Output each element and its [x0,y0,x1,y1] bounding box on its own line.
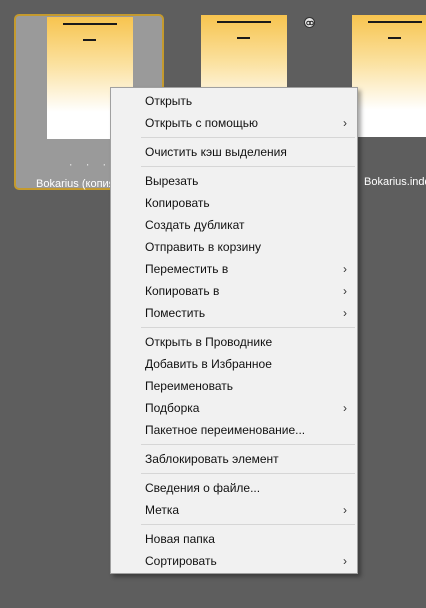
menu-item[interactable]: Сведения о файле... [111,477,357,499]
context-menu: Открыть Открыть с помощью › Очистить кэш вы… [110,87,358,574]
menu-item-label: Копировать в [145,284,220,298]
menu-separator [141,524,355,525]
menu-item-label: Открыть с помощью [145,116,259,130]
menu-item[interactable]: Пакетное переименование... [111,419,357,441]
chevron-right-icon: › [343,503,347,517]
thumbnail-dash-line [388,37,401,39]
chevron-right-icon: › [343,116,347,130]
menu-item-label: Открыть [145,94,193,108]
menu-item-label: Сведения о файле... [145,481,261,495]
thumbnail-title-line [217,21,271,23]
menu-item-label: Отправить в корзину [145,240,261,254]
link-icon [304,17,315,28]
thumbnail-dash-line [83,39,96,41]
menu-item-label: Вырезать [145,174,199,188]
chevron-right-icon: › [343,262,347,276]
menu-item-label: Копировать [145,196,210,210]
file-name: Bokarius (копия) [36,178,119,190]
menu-item-label: Новая папка [145,532,215,546]
menu-item[interactable]: Очистить кэш выделения [111,141,357,163]
menu-separator [141,166,355,167]
menu-item-label: Открыть в Проводнике [145,335,273,349]
menu-item[interactable]: Новая папка [111,528,357,550]
menu-item[interactable]: Открыть [111,90,357,112]
menu-item-label: Метка [145,503,180,517]
menu-item[interactable]: Переместить в › [111,258,357,280]
thumbnail-title-line [63,23,117,25]
file-name: Bokarius.indd [364,176,426,188]
menu-item[interactable]: Поместить › [111,302,357,324]
menu-item[interactable]: Создать дубликат [111,214,357,236]
chevron-right-icon: › [343,554,347,568]
chevron-right-icon: › [343,306,347,320]
menu-item-label: Подборка [145,401,200,415]
menu-item-label: Очистить кэш выделения [145,145,287,159]
menu-item[interactable]: Сортировать › [111,550,357,572]
menu-separator [141,137,355,138]
menu-separator [141,444,355,445]
menu-item-label: Заблокировать элемент [145,452,279,466]
thumbnail-dash-line [237,37,250,39]
menu-item[interactable]: Открыть в Проводнике [111,331,357,353]
file-thumbnail[interactable] [352,15,426,137]
menu-item[interactable]: Копировать в › [111,280,357,302]
menu-item[interactable]: Добавить в Избранное [111,353,357,375]
menu-item-label: Пакетное переименование... [145,423,306,437]
menu-item-label: Переименовать [145,379,233,393]
menu-item[interactable]: Метка › [111,499,357,521]
menu-item[interactable]: Заблокировать элемент [111,448,357,470]
menu-item[interactable]: Отправить в корзину [111,236,357,258]
menu-separator [141,473,355,474]
menu-item-label: Переместить в [145,262,229,276]
menu-item-label: Создать дубликат [145,218,245,232]
thumbnail-title-line [368,21,422,23]
menu-item[interactable]: Вырезать [111,170,357,192]
menu-separator [141,327,355,328]
menu-item-label: Сортировать [145,554,217,568]
menu-item[interactable]: Подборка › [111,397,357,419]
menu-item-label: Поместить [145,306,206,320]
chevron-right-icon: › [343,284,347,298]
menu-item[interactable]: Переименовать [111,375,357,397]
menu-item-label: Добавить в Избранное [145,357,272,371]
menu-item[interactable]: Копировать [111,192,357,214]
menu-item[interactable]: Открыть с помощью › [111,112,357,134]
chevron-right-icon: › [343,401,347,415]
